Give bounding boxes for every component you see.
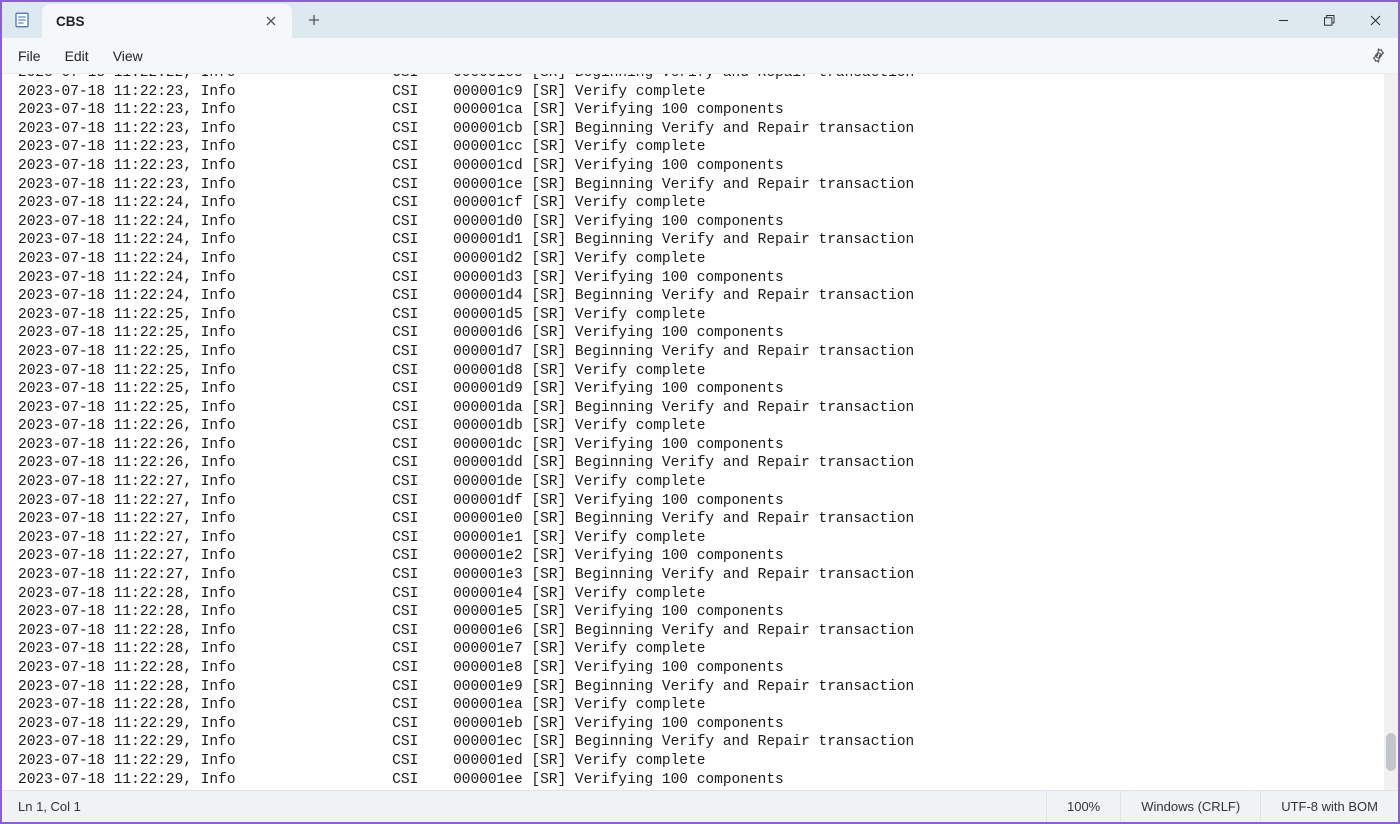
log-line: 2023-07-18 11:22:29, Info CSI 000001ec […: [18, 733, 1368, 752]
log-line: 2023-07-18 11:22:27, Info CSI 000001df […: [18, 492, 1368, 511]
log-line: 2023-07-18 11:22:26, Info CSI 000001db […: [18, 417, 1368, 436]
text-editor[interactable]: 2023-07-18 11:22:22, Info CSI 000001c8 […: [2, 74, 1384, 790]
plus-icon: [308, 14, 320, 26]
log-line: 2023-07-18 11:22:25, Info CSI 000001d5 […: [18, 306, 1368, 325]
log-line: 2023-07-18 11:22:29, Info CSI 000001eb […: [18, 715, 1368, 734]
app-icon: [2, 2, 42, 38]
menu-file[interactable]: File: [6, 42, 53, 70]
log-line: 2023-07-18 11:22:28, Info CSI 000001e6 […: [18, 622, 1368, 641]
scroll-thumb[interactable]: [1386, 733, 1396, 771]
new-tab-button[interactable]: [296, 2, 332, 38]
log-line: 2023-07-18 11:22:24, Info CSI 000001d3 […: [18, 269, 1368, 288]
title-bar: CBS: [2, 2, 1398, 38]
log-line: 2023-07-18 11:22:27, Info CSI 000001e3 […: [18, 566, 1368, 585]
status-zoom[interactable]: 100%: [1046, 791, 1120, 822]
log-line: 2023-07-18 11:22:25, Info CSI 000001d9 […: [18, 380, 1368, 399]
log-line: 2023-07-18 11:22:25, Info CSI 000001d8 […: [18, 362, 1368, 381]
notepad-icon: [13, 11, 31, 29]
minimize-icon: [1278, 15, 1289, 26]
close-icon: [1370, 15, 1381, 26]
log-line: 2023-07-18 11:22:29, Info CSI 000001ed […: [18, 752, 1368, 771]
settings-button[interactable]: [1362, 40, 1394, 72]
log-line: 2023-07-18 11:22:24, Info CSI 000001cf […: [18, 194, 1368, 213]
log-line: 2023-07-18 11:22:24, Info CSI 000001d1 […: [18, 231, 1368, 250]
window-controls: [1260, 2, 1398, 38]
log-line: 2023-07-18 11:22:28, Info CSI 000001e8 […: [18, 659, 1368, 678]
menu-bar: File Edit View: [2, 38, 1398, 74]
log-line: 2023-07-18 11:22:23, Info CSI 000001cc […: [18, 138, 1368, 157]
log-line: 2023-07-18 11:22:24, Info CSI 000001d4 […: [18, 287, 1368, 306]
log-line: 2023-07-18 11:22:23, Info CSI 000001c9 […: [18, 83, 1368, 102]
close-icon: [266, 16, 276, 26]
status-line-ending[interactable]: Windows (CRLF): [1120, 791, 1260, 822]
minimize-button[interactable]: [1260, 2, 1306, 38]
editor-area: 2023-07-18 11:22:22, Info CSI 000001c8 […: [2, 74, 1398, 790]
tab-title: CBS: [56, 14, 260, 29]
maximize-button[interactable]: [1306, 2, 1352, 38]
gear-icon: [1370, 47, 1387, 64]
log-line: 2023-07-18 11:22:26, Info CSI 000001dc […: [18, 436, 1368, 455]
log-line: 2023-07-18 11:22:23, Info CSI 000001cd […: [18, 157, 1368, 176]
log-line: 2023-07-18 11:22:23, Info CSI 000001ce […: [18, 176, 1368, 195]
log-line: 2023-07-18 11:22:28, Info CSI 000001e5 […: [18, 603, 1368, 622]
log-line: 2023-07-18 11:22:28, Info CSI 000001e7 […: [18, 640, 1368, 659]
log-line: 2023-07-18 11:22:23, Info CSI 000001cb […: [18, 120, 1368, 139]
status-encoding[interactable]: UTF-8 with BOM: [1260, 791, 1398, 822]
log-line: 2023-07-18 11:22:26, Info CSI 000001dd […: [18, 454, 1368, 473]
maximize-icon: [1324, 15, 1335, 26]
log-line: 2023-07-18 11:22:28, Info CSI 000001ea […: [18, 696, 1368, 715]
tab-close-button[interactable]: [260, 10, 282, 32]
log-line: 2023-07-18 11:22:28, Info CSI 000001e4 […: [18, 585, 1368, 604]
status-cursor-position[interactable]: Ln 1, Col 1: [2, 799, 1046, 814]
log-line: 2023-07-18 11:22:24, Info CSI 000001d2 […: [18, 250, 1368, 269]
log-line: 2023-07-18 11:22:23, Info CSI 000001ca […: [18, 101, 1368, 120]
log-line: 2023-07-18 11:22:27, Info CSI 000001de […: [18, 473, 1368, 492]
vertical-scrollbar[interactable]: [1384, 74, 1398, 790]
log-line: 2023-07-18 11:22:28, Info CSI 000001e9 […: [18, 678, 1368, 697]
log-line: 2023-07-18 11:22:27, Info CSI 000001e0 […: [18, 510, 1368, 529]
menu-view[interactable]: View: [101, 42, 155, 70]
log-line: 2023-07-18 11:22:25, Info CSI 000001da […: [18, 399, 1368, 418]
log-line: 2023-07-18 11:22:27, Info CSI 000001e1 […: [18, 529, 1368, 548]
document-tab[interactable]: CBS: [42, 4, 292, 38]
log-line: 2023-07-18 11:22:25, Info CSI 000001d7 […: [18, 343, 1368, 362]
log-line: 2023-07-18 11:22:29, Info CSI 000001ee […: [18, 771, 1368, 790]
log-line: 2023-07-18 11:22:22, Info CSI 000001c8 […: [18, 74, 1368, 83]
log-line: 2023-07-18 11:22:25, Info CSI 000001d6 […: [18, 324, 1368, 343]
log-line: 2023-07-18 11:22:24, Info CSI 000001d0 […: [18, 213, 1368, 232]
close-window-button[interactable]: [1352, 2, 1398, 38]
status-bar: Ln 1, Col 1 100% Windows (CRLF) UTF-8 wi…: [2, 790, 1398, 822]
menu-edit[interactable]: Edit: [53, 42, 101, 70]
log-line: 2023-07-18 11:22:27, Info CSI 000001e2 […: [18, 547, 1368, 566]
